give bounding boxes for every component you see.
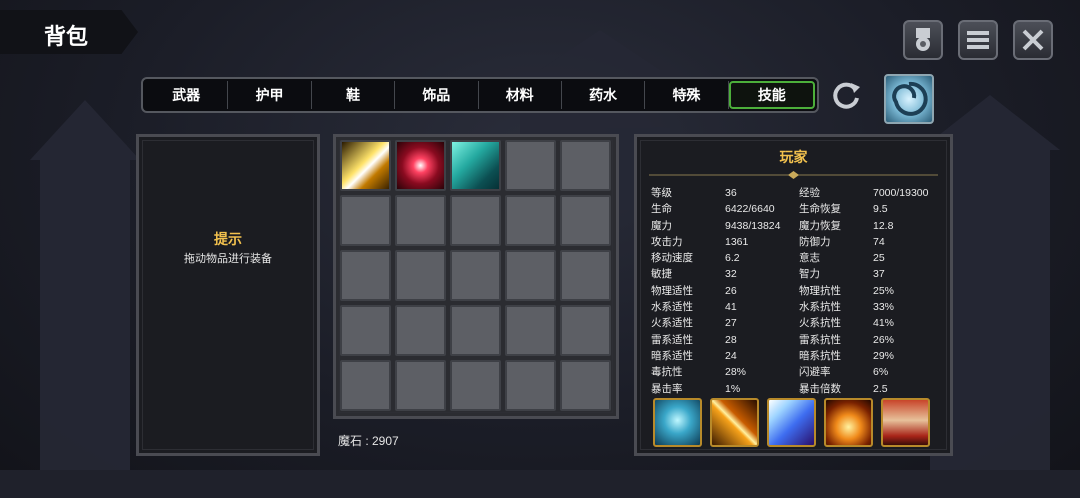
stat-row: 水系适性 41 水系抗性 33% [651, 301, 895, 314]
spirit-skill-icon[interactable] [653, 398, 702, 447]
menu-button[interactable] [958, 20, 998, 60]
hero-portrait-icon[interactable] [881, 398, 930, 447]
inventory-slot[interactable] [450, 195, 501, 246]
inventory-slot[interactable] [505, 250, 556, 301]
inventory-slot[interactable] [505, 195, 556, 246]
inventory-slot[interactable] [340, 360, 391, 411]
inventory-slot[interactable] [560, 195, 611, 246]
refresh-icon[interactable] [828, 79, 864, 113]
inventory-slot[interactable] [505, 140, 556, 191]
inventory-slot[interactable] [340, 250, 391, 301]
inventory-slot-water-splash-skill[interactable] [450, 140, 501, 191]
stat-row: 魔力 9438/13824 魔力恢复 12.8 [651, 219, 894, 232]
achievement-button[interactable] [903, 20, 943, 60]
stats-table: 等级 36 经验 7000/19300 生命 6422/6640 生命恢复 9.5 魔力 94… [651, 185, 947, 397]
inventory-slot[interactable] [340, 305, 391, 356]
stat-row: 物理适性 26 物理抗性 25% [651, 284, 895, 297]
close-icon [1022, 29, 1044, 51]
stat-row: 生命 6422/6640 生命恢复 9.5 [651, 203, 888, 216]
player-stats-panel: 玩家 等级 36 经验 7000/19300 生命 6422/6640 生命恢复 9.5 魔… [634, 134, 953, 456]
menu-icon [967, 31, 989, 49]
inventory-slot[interactable] [560, 250, 611, 301]
inventory-grid [340, 140, 611, 411]
ornament-divider [649, 171, 938, 179]
stat-row: 火系适性 27 火系抗性 41% [651, 317, 895, 330]
cross-swords-skill-icon[interactable] [710, 398, 759, 447]
inventory-slot-light-arrow-skill[interactable] [340, 140, 391, 191]
tab-skill[interactable]: 技能 [728, 81, 815, 109]
hint-panel: 提示 拖动物品进行装备 [136, 134, 320, 456]
hint-title: 提示 [214, 231, 242, 247]
stat-row: 暴击率 1% 暴击倍数 2.5 [651, 382, 888, 395]
stat-row: 攻击力 1361 防御力 74 [651, 235, 885, 248]
category-tabs: 武器 护甲 鞋 饰品 材料 药水 特殊 技能 [141, 77, 819, 113]
equipped-skills [653, 398, 930, 447]
stat-row: 雷系适性 28 雷系抗性 26% [651, 333, 895, 346]
tab-accessory[interactable]: 饰品 [395, 81, 479, 109]
lightning-beam-skill-icon[interactable] [767, 398, 816, 447]
medal-icon [916, 28, 930, 51]
inventory-slot[interactable] [560, 360, 611, 411]
inventory-slot[interactable] [340, 195, 391, 246]
tab-weapon[interactable]: 武器 [145, 81, 229, 109]
close-button[interactable] [1013, 20, 1053, 60]
tab-potion[interactable]: 药水 [562, 81, 646, 109]
stat-row: 暗系适性 24 暗系抗性 29% [651, 349, 895, 362]
stat-row: 毒抗性 28% 闪避率 6% [651, 366, 889, 379]
inventory-slot[interactable] [450, 250, 501, 301]
inventory-slot[interactable] [505, 305, 556, 356]
inventory-slot[interactable] [395, 250, 446, 301]
inventory-slot[interactable] [395, 195, 446, 246]
inventory-slot[interactable] [560, 140, 611, 191]
page-title: 背包 [44, 24, 89, 49]
hint-text: 拖动物品进行装备 [184, 253, 272, 265]
fire-palm-skill-icon[interactable] [824, 398, 873, 447]
tab-shoes[interactable]: 鞋 [312, 81, 396, 109]
inventory-slot[interactable] [560, 305, 611, 356]
inventory-slot[interactable] [395, 305, 446, 356]
mana-stone-count: 魔石 : 2907 [338, 434, 399, 448]
inventory-slot-crimson-slash-skill[interactable] [395, 140, 446, 191]
vortex-icon [892, 81, 928, 116]
inventory-slot[interactable] [450, 360, 501, 411]
tab-special[interactable]: 特殊 [645, 81, 729, 109]
title-bar: 背包 [0, 10, 138, 54]
tab-armor[interactable]: 护甲 [228, 81, 312, 109]
inventory-slot[interactable] [450, 305, 501, 356]
stat-row: 敏捷 32 智力 37 [651, 268, 885, 281]
inventory-slot[interactable] [395, 360, 446, 411]
skill-book-button[interactable] [884, 74, 934, 124]
stat-row: 等级 36 经验 7000/19300 [651, 187, 929, 199]
player-title: 玩家 [779, 149, 808, 165]
tab-material[interactable]: 材料 [479, 81, 562, 109]
stat-row: 移动速度 6.2 意志 25 [651, 252, 885, 265]
inventory-slot[interactable] [505, 360, 556, 411]
